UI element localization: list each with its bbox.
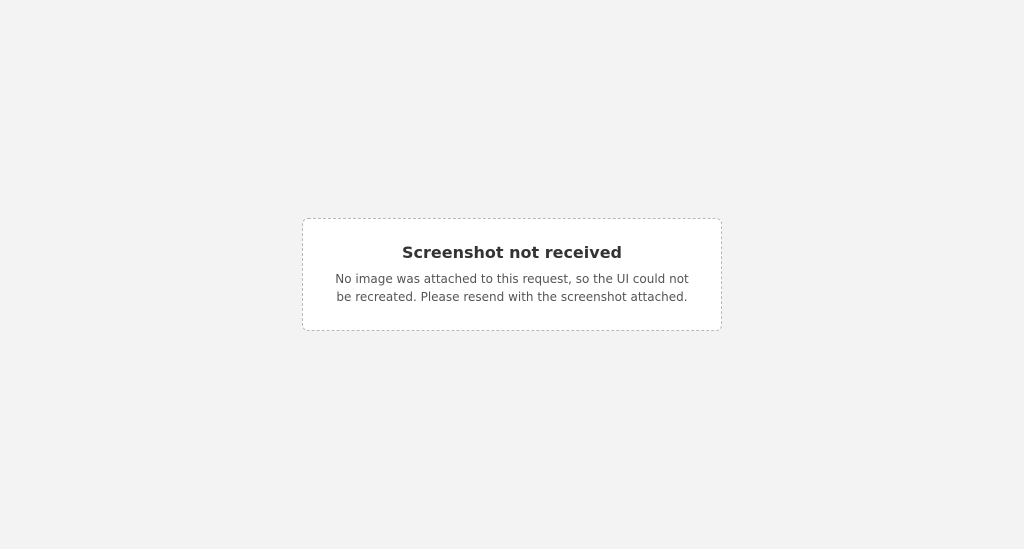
placeholder-panel: Screenshot not received No image was att… bbox=[302, 218, 722, 331]
placeholder-title: Screenshot not received bbox=[401, 243, 622, 262]
placeholder-message: No image was attached to this request, s… bbox=[335, 272, 689, 304]
